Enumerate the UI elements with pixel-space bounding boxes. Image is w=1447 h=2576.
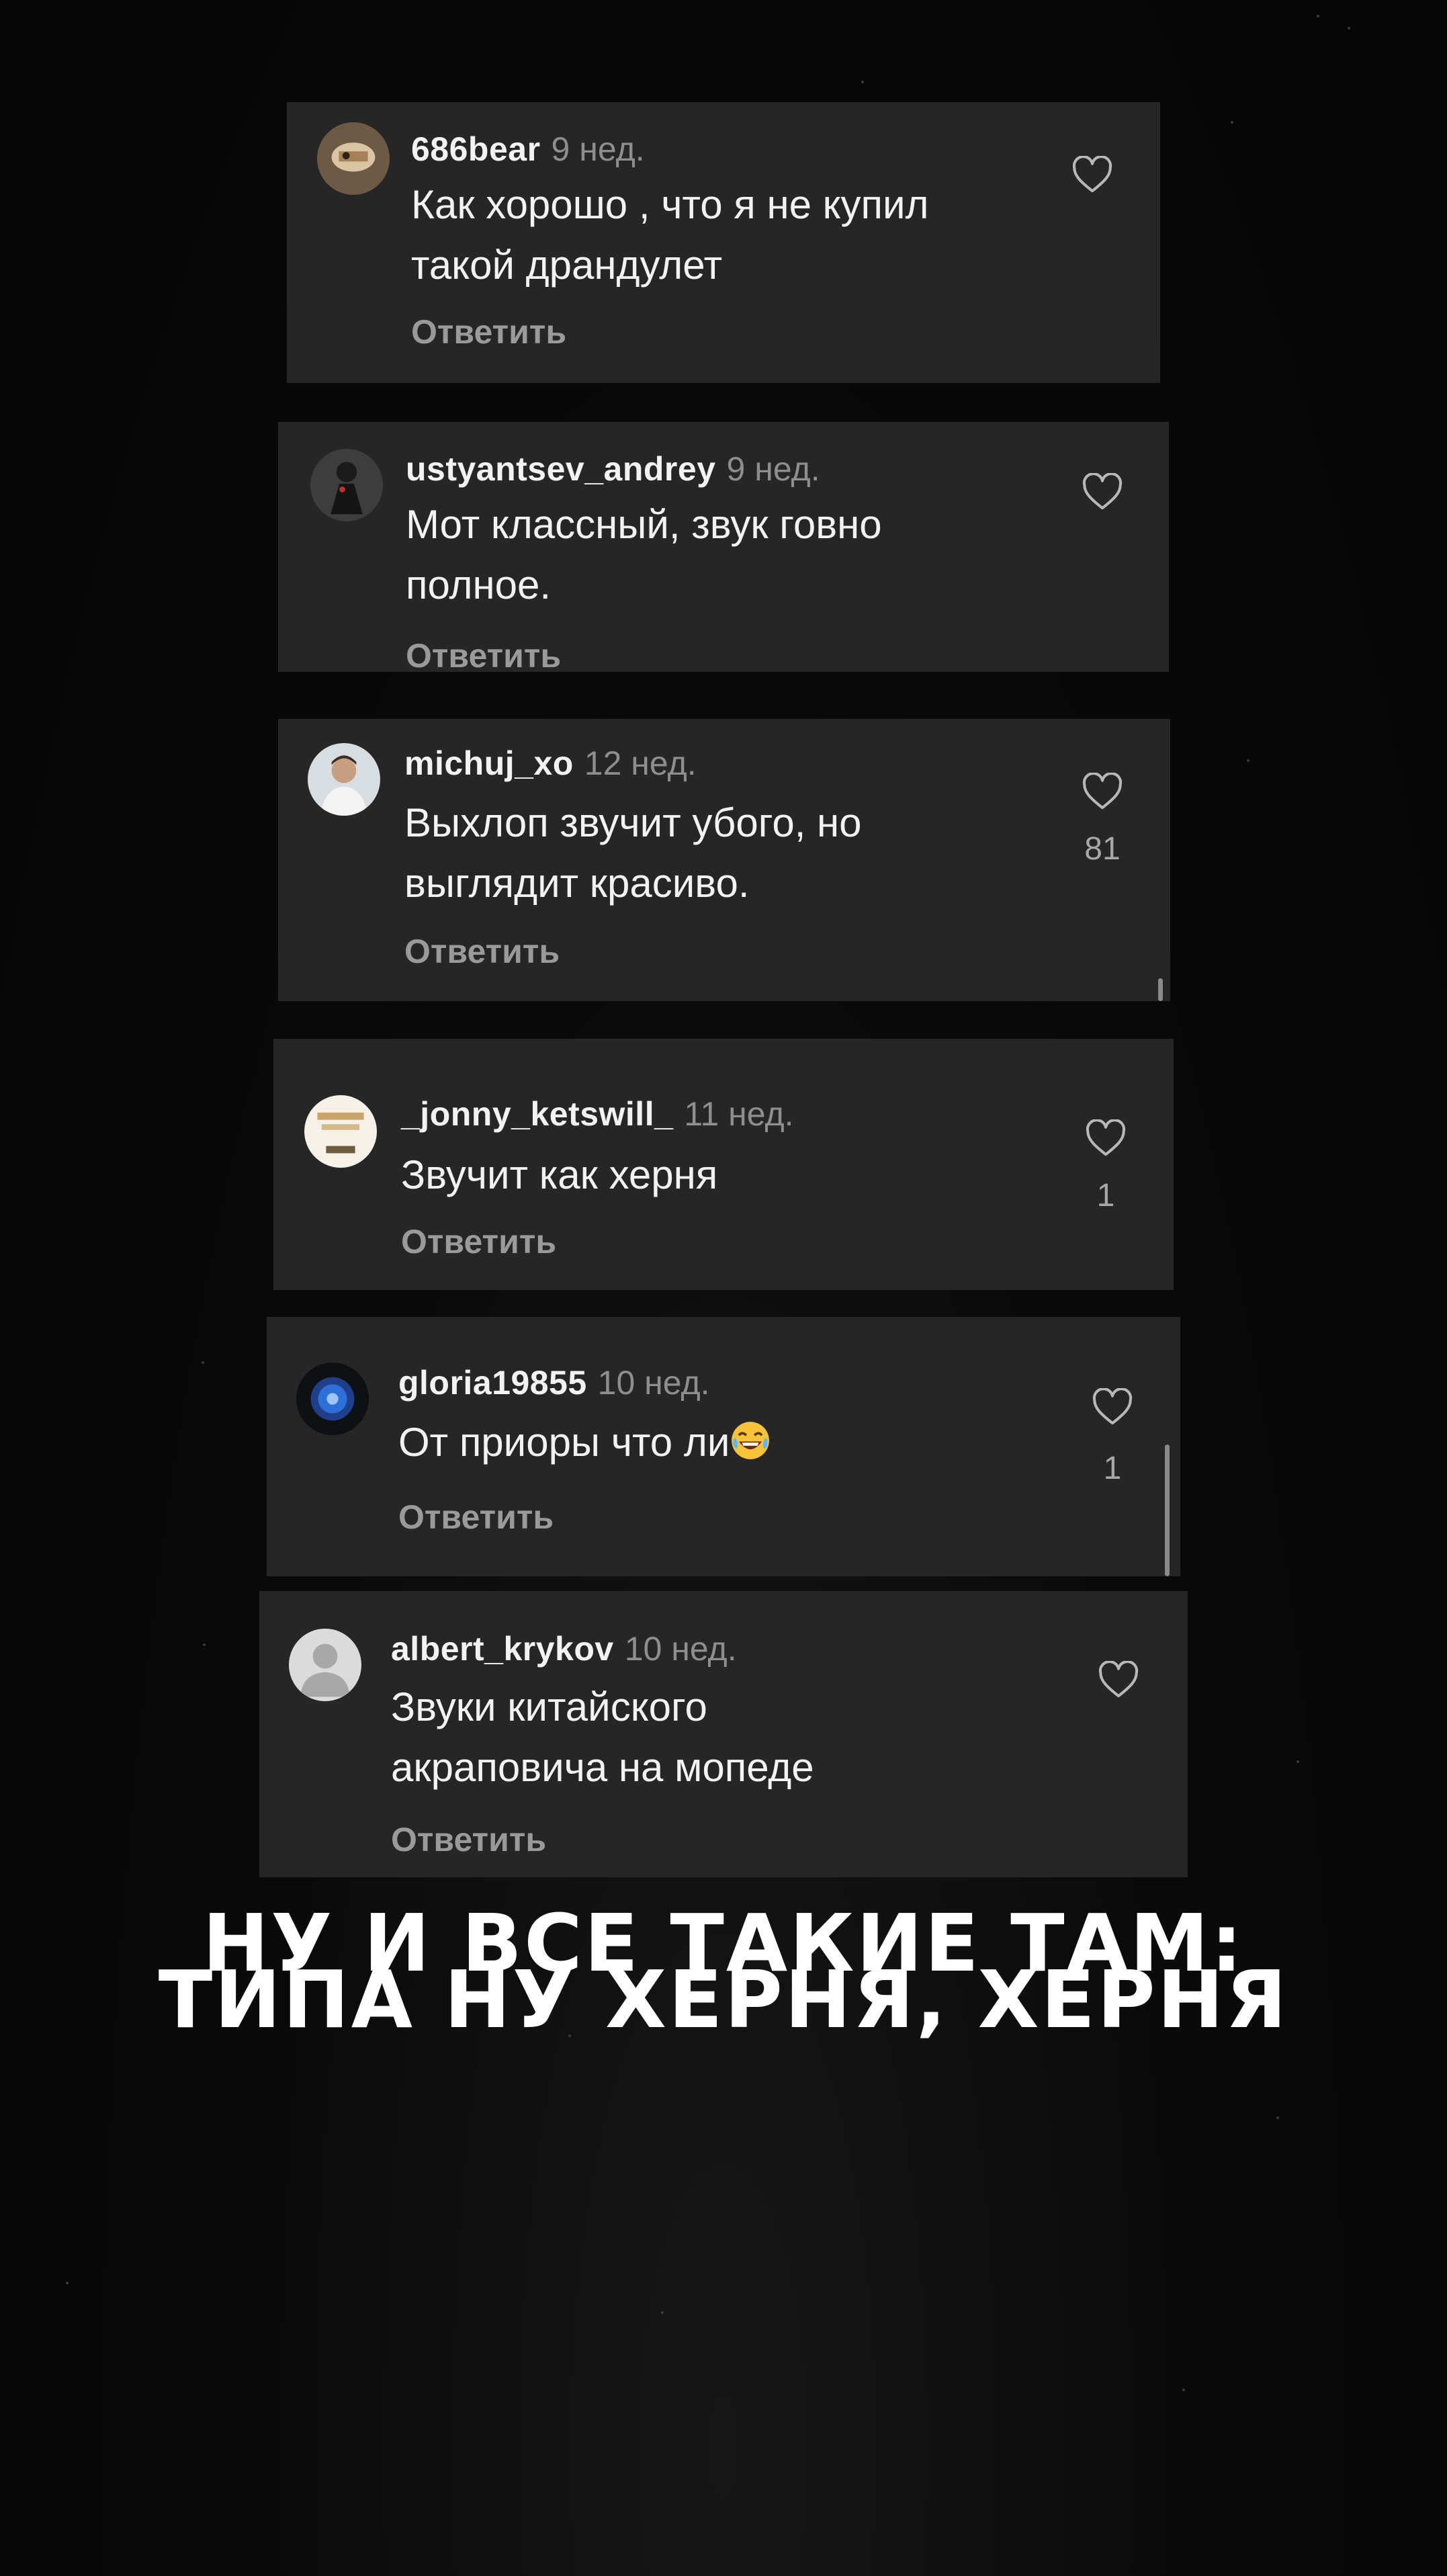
reply-button[interactable]: Ответить — [404, 931, 560, 972]
like-count: 1 — [1103, 1451, 1122, 1486]
background-speck — [1297, 1760, 1299, 1763]
comment-text-line: акраповича на мопеде — [391, 1745, 814, 1790]
comment-meta: gloria19855 10 нед. — [398, 1363, 710, 1403]
comment-text-line: выглядит красиво. — [404, 861, 750, 906]
commenter-avatar[interactable] — [310, 449, 383, 521]
comment-text-line: От приоры что ли — [398, 1412, 771, 1473]
comment-text-line: Звучит как херня — [401, 1152, 718, 1197]
background-speck — [861, 81, 864, 83]
photo-avatar-icon — [296, 1363, 369, 1435]
comment-meta: albert_krykov 10 нед. — [391, 1629, 737, 1669]
reply-button[interactable]: Ответить — [401, 1221, 556, 1262]
comment-text-line: Как хорошо , что я не купил — [411, 182, 929, 227]
like-count: 1 — [1096, 1178, 1115, 1213]
commenter-avatar[interactable] — [308, 743, 380, 816]
photo-avatar-icon — [317, 122, 390, 195]
background-speck — [1182, 2389, 1185, 2391]
background-speck — [66, 2282, 69, 2284]
comment-text-line: полное. — [406, 562, 552, 607]
commenter-avatar[interactable] — [304, 1095, 377, 1168]
comment-time: 9 нед. — [551, 130, 645, 168]
commenter-avatar[interactable] — [289, 1629, 361, 1701]
comment-username[interactable]: ustyantsev_andrey — [406, 450, 716, 488]
comment-text-line: Звуки китайского — [391, 1684, 707, 1729]
commenter-avatar[interactable] — [296, 1363, 369, 1435]
default-user-avatar-icon — [289, 1629, 361, 1701]
heart-outline-icon — [1072, 156, 1112, 193]
laughing-emoji-icon — [730, 1420, 771, 1461]
comment-time: 10 нед. — [624, 1630, 737, 1668]
reply-button[interactable]: Ответить — [411, 312, 566, 352]
like-button[interactable] — [1092, 1388, 1133, 1426]
comment-meta: _jonny_ketswill_ 11 нед. — [401, 1094, 794, 1134]
like-button[interactable] — [1082, 773, 1123, 810]
comment-username[interactable]: michuj_xo — [404, 744, 574, 782]
like-button[interactable] — [1071, 156, 1113, 194]
like-button[interactable] — [1098, 1661, 1139, 1699]
comment-username[interactable]: gloria19855 — [398, 1364, 587, 1402]
background-speck — [203, 1643, 206, 1646]
commenter-avatar[interactable] — [317, 122, 390, 195]
comment-card: ustyantsev_andrey 9 нед. Мот классный, зв… — [278, 422, 1169, 672]
reply-button[interactable]: Ответить — [391, 1819, 546, 1860]
heart-outline-icon — [1086, 1119, 1126, 1156]
comment-text-line: Мот классный, звук говно — [406, 502, 882, 547]
comment-time: 9 нед. — [726, 450, 820, 488]
background-speck — [202, 1361, 204, 1364]
reply-button[interactable]: Ответить — [398, 1497, 554, 1537]
background-speck — [1276, 2116, 1279, 2119]
comment-card: albert_krykov 10 нед. Звуки китайского ак… — [259, 1591, 1188, 1877]
background-speck — [1348, 27, 1350, 30]
caption-line: ТИПА НУ ХЕРНЯ, ХЕРНЯ — [158, 1953, 1289, 2046]
comment-text: От приоры что ли — [398, 1420, 730, 1465]
heart-outline-icon — [1082, 773, 1123, 810]
reply-button[interactable]: Ответить — [406, 636, 561, 672]
heart-outline-icon — [1082, 473, 1123, 510]
background-speck — [661, 2311, 664, 2314]
comment-time: 12 нед. — [584, 744, 697, 782]
like-count: 81 — [1084, 831, 1121, 867]
like-button[interactable] — [1085, 1119, 1127, 1157]
comment-username[interactable]: _jonny_ketswill_ — [401, 1095, 673, 1133]
comment-text-line: такой драндулет — [411, 243, 723, 288]
heart-outline-icon — [1098, 1661, 1139, 1698]
photo-avatar-icon — [304, 1095, 377, 1168]
background-speck — [1247, 759, 1249, 762]
comment-card: _jonny_ketswill_ 11 нед. Звучит как херня… — [273, 1039, 1174, 1290]
background-speck — [1231, 121, 1233, 124]
like-button[interactable] — [1082, 473, 1123, 511]
comment-username[interactable]: 686bear — [411, 130, 541, 168]
scrollbar-thumb[interactable] — [1158, 978, 1163, 1001]
comment-username[interactable]: albert_krykov — [391, 1630, 614, 1668]
comment-card: gloria19855 10 нед. От приоры что ли Отве… — [267, 1317, 1180, 1576]
photo-avatar-icon — [310, 449, 383, 521]
comment-card: michuj_xo 12 нед. Выхлоп звучит убого, но… — [278, 719, 1170, 1001]
comment-card: 686bear 9 нед. Как хорошо , что я не купи… — [287, 102, 1160, 383]
comment-time: 11 нед. — [684, 1095, 794, 1133]
scrollbar-thumb[interactable] — [1165, 1445, 1170, 1576]
comment-time: 10 нед. — [597, 1364, 710, 1402]
comment-meta: michuj_xo 12 нед. — [404, 743, 697, 783]
comment-meta: ustyantsev_andrey 9 нед. — [406, 449, 820, 489]
photo-avatar-icon — [308, 743, 380, 816]
background-speck — [1317, 15, 1319, 17]
comment-text-line: Выхлоп звучит убого, но — [404, 800, 862, 845]
comment-meta: 686bear 9 нед. — [411, 129, 645, 169]
heart-outline-icon — [1092, 1388, 1133, 1425]
